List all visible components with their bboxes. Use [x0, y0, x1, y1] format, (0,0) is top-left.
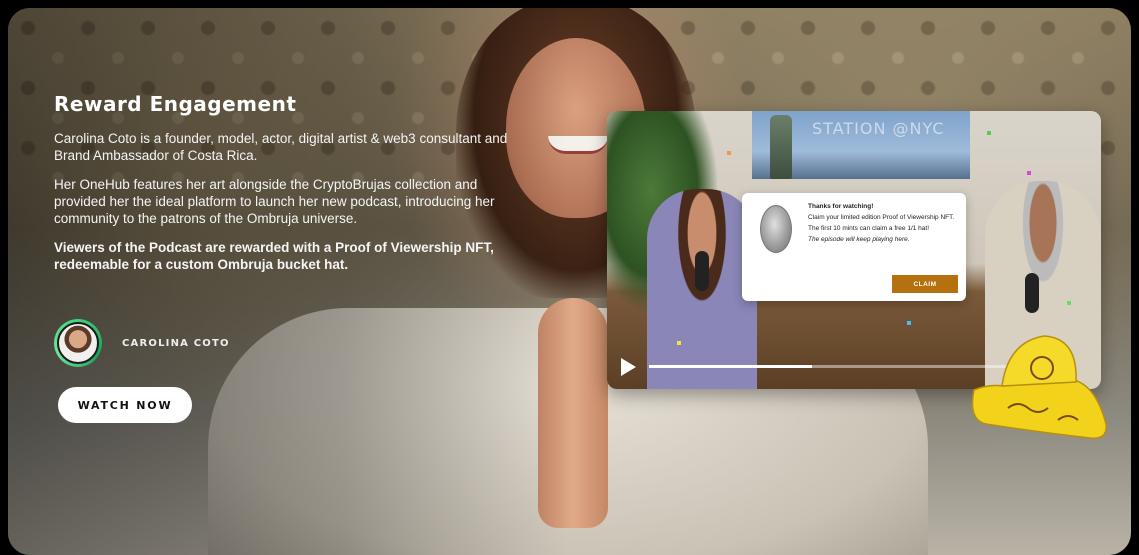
bucket-hat-icon [971, 335, 1107, 439]
hat-brim [971, 379, 1107, 439]
section-title: Reward Engagement [54, 92, 297, 116]
confetti [1027, 171, 1031, 175]
confetti [1067, 301, 1071, 305]
confetti [987, 131, 991, 135]
modal-text: Thanks for watching! Claim your limited … [808, 201, 958, 245]
play-icon[interactable] [621, 358, 636, 376]
confetti [727, 151, 731, 155]
claim-button[interactable]: CLAIM [892, 275, 958, 293]
detail-paragraph: Her OneHub features her art alongside th… [54, 177, 495, 226]
section-content: Reward Engagement Carolina Coto is a fou… [54, 92, 524, 285]
microphone-icon [695, 251, 709, 291]
nft-coin-icon [760, 205, 792, 253]
modal-note: The episode will keep playing here. [808, 236, 910, 243]
modal-line-1: Claim your limited edition Proof of View… [808, 214, 955, 221]
statue-image [770, 115, 792, 179]
station-poster: STATION @NYC [752, 111, 970, 179]
author-block: CAROLINA COTO [54, 319, 230, 367]
microphone-icon [1025, 273, 1039, 313]
progress-fill [649, 365, 813, 368]
confetti [677, 341, 681, 345]
highlight-paragraph: Viewers of the Podcast are rewarded with… [54, 240, 494, 272]
poster-text: STATION @NYC [812, 119, 945, 138]
intro-paragraph: Carolina Coto is a founder, model, actor… [54, 131, 508, 163]
modal-line-2: The first 10 mints can claim a free 1/1 … [808, 225, 930, 232]
watch-now-button[interactable]: WATCH NOW [58, 387, 192, 423]
avatar-photo [57, 322, 99, 364]
avatar [54, 319, 102, 367]
author-name: CAROLINA COTO [122, 337, 230, 349]
confetti [907, 321, 911, 325]
modal-title: Thanks for watching! [808, 203, 874, 210]
claim-modal: Thanks for watching! Claim your limited … [742, 193, 966, 301]
